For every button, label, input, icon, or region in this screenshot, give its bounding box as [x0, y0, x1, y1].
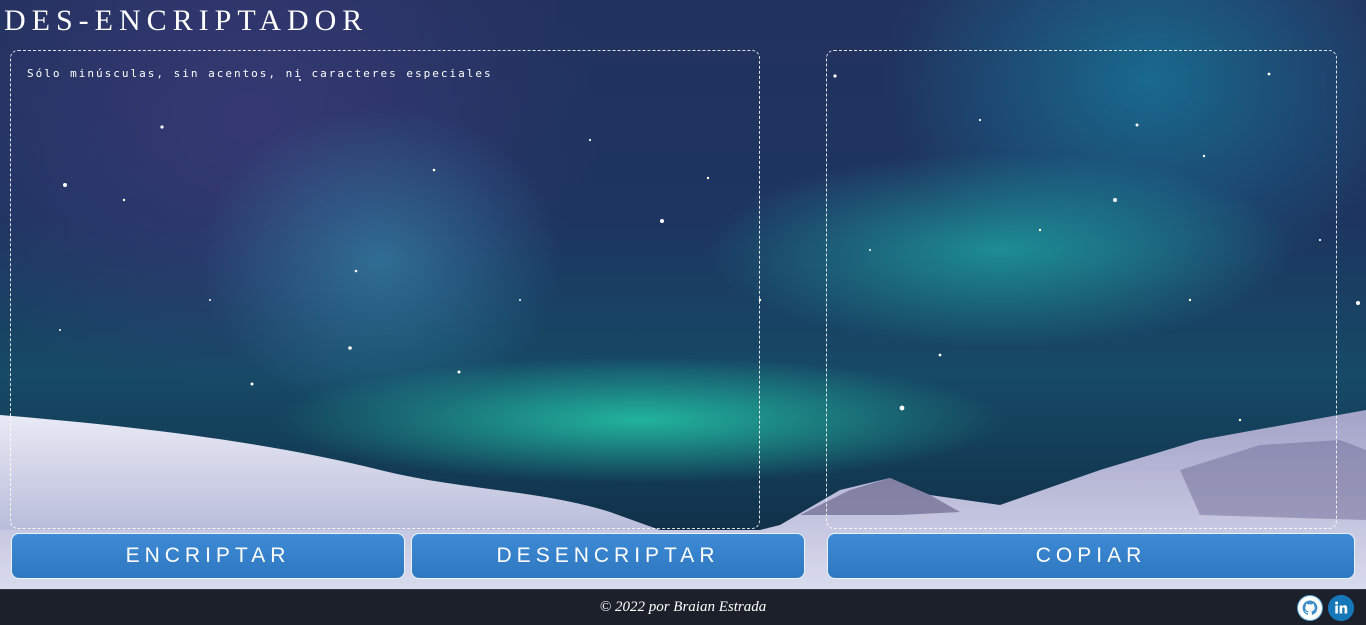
message-input[interactable] [11, 51, 759, 528]
encrypt-button[interactable]: ENCRIPTAR [11, 533, 405, 579]
footer-credit: © 2022 por Braian Estrada [599, 599, 767, 615]
github-link[interactable] [1297, 595, 1323, 621]
copy-button[interactable]: COPIAR [827, 533, 1355, 579]
linkedin-link[interactable] [1328, 595, 1354, 621]
github-icon [1298, 596, 1322, 620]
linkedin-icon [1328, 595, 1354, 621]
output-panel [826, 50, 1337, 529]
decrypt-button[interactable]: DESENCRIPTAR [411, 533, 805, 579]
page-title: DES-ENCRIPTADOR [4, 4, 369, 37]
footer: © 2022 por Braian Estrada [0, 589, 1366, 625]
input-panel [10, 50, 760, 529]
result-output[interactable] [827, 51, 1336, 528]
